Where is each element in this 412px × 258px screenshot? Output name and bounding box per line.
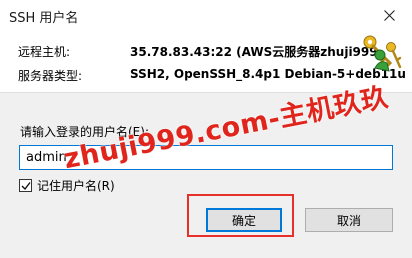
keys-icon [363,35,402,72]
window-title: SSH 用户名 [9,11,79,26]
close-icon [383,10,395,21]
remember-username-row[interactable]: 记住用户名(R) [19,177,115,194]
username-input[interactable] [19,145,393,170]
checkmark-icon [21,181,31,190]
username-prompt: 请输入登录的用户名(E): [20,125,149,139]
host-info-panel: 远程主机: 35.78.83.43:22 (AWS云服务器zhuji999 服务… [0,31,412,92]
close-button[interactable] [366,0,412,31]
remember-username-checkbox[interactable] [19,179,32,192]
ok-button[interactable]: 确定 [206,208,282,232]
remember-username-label: 记住用户名(R) [37,179,115,193]
remote-host-label: 远程主机: [18,45,71,59]
remote-host-value: 35.78.83.43:22 (AWS云服务器zhuji999 [130,45,378,59]
title-bar: SSH 用户名 [0,0,412,31]
cancel-button[interactable]: 取消 [305,208,393,232]
server-type-label: 服务器类型: [18,69,83,83]
login-content: 请输入登录的用户名(E): 记住用户名(R) 确定 取消 [0,92,412,258]
